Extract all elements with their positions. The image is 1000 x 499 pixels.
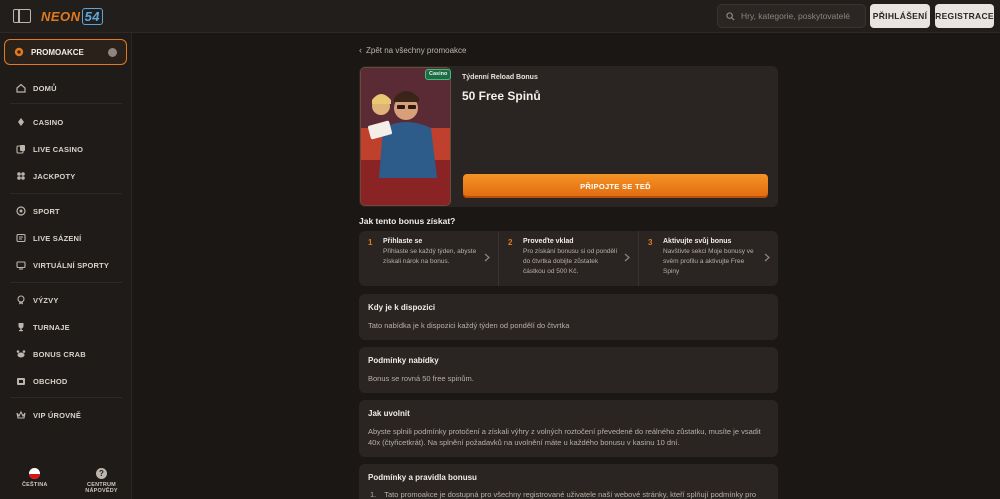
step-item[interactable]: 1 Přihlaste se Přihlaste se každý týden,… bbox=[359, 231, 499, 286]
sidebar-item-label: VIRTUÁLNÍ SPORTY bbox=[33, 260, 110, 270]
search-box[interactable] bbox=[717, 4, 866, 28]
trophy-icon bbox=[16, 322, 26, 332]
sidebar-item-live-betting[interactable]: LIVE SÁZENÍ bbox=[16, 231, 81, 245]
promo-kicker: Týdenní Reload Bonus bbox=[462, 74, 538, 81]
sidebar-item-promotions[interactable]: PROMOAKCE bbox=[4, 39, 127, 65]
challenge-icon bbox=[16, 295, 26, 305]
cards-icon bbox=[16, 117, 26, 127]
wagering-card: Jak uvolnit Abyste splnili podmínky prot… bbox=[359, 400, 778, 457]
sidebar-item-jackpots[interactable]: JACKPOTY bbox=[16, 169, 75, 183]
crab-icon bbox=[16, 349, 26, 359]
divider bbox=[10, 103, 122, 104]
sidebar-item-label: PROMOAKCE bbox=[31, 47, 84, 57]
step-number: 3 bbox=[648, 238, 653, 247]
ball-icon bbox=[16, 206, 26, 216]
czech-flag-icon bbox=[29, 468, 41, 479]
divider bbox=[10, 397, 122, 398]
card-title: Kdy je k dispozici bbox=[368, 303, 436, 312]
sidebar-item-label: BONUS CRAB bbox=[33, 349, 86, 359]
jackpot-icon bbox=[16, 171, 26, 181]
sidebar-item-label: OBCHOD bbox=[33, 376, 68, 386]
step-title: Proveďte vklad bbox=[523, 238, 574, 245]
search-input[interactable] bbox=[741, 11, 861, 21]
sidebar-item-label: VÝZVY bbox=[33, 295, 59, 305]
chevron-right-icon bbox=[624, 253, 630, 262]
logo[interactable]: NEON 54 bbox=[41, 7, 104, 25]
language-label: ČEŠTINA bbox=[22, 482, 48, 488]
live-cards-icon bbox=[16, 144, 26, 154]
register-button[interactable]: REGISTRACE bbox=[935, 4, 994, 28]
back-link-label: Zpět na všechny promoakce bbox=[366, 45, 467, 55]
sidebar-item-label: LIVE CASINO bbox=[33, 144, 84, 154]
promo-title: 50 Free Spinů bbox=[462, 89, 541, 103]
casino-badge: Casino bbox=[425, 69, 452, 80]
card-body: Bonus se rovná 50 free spinům. bbox=[368, 374, 474, 383]
card-title: Podmínky nabídky bbox=[368, 356, 439, 365]
steps-panel: 1 Přihlaste se Přihlaste se každý týden,… bbox=[359, 231, 778, 286]
sidebar-toggle-icon[interactable] bbox=[13, 9, 31, 23]
sidebar: PROMOAKCE DOMŮ CASINO LIVE CASINO JACKPO… bbox=[0, 33, 132, 499]
step-item[interactable]: 2 Proveďte vklad Pro získání bonusu si o… bbox=[499, 231, 639, 286]
chevron-left-icon: ‹ bbox=[359, 45, 362, 55]
list-item: 1. Tato promoakce je dostupná pro všechny… bbox=[370, 490, 756, 499]
login-button[interactable]: PŘIHLÁŠENÍ bbox=[870, 4, 930, 28]
cookie-icon bbox=[108, 48, 117, 57]
sidebar-item-label: LIVE SÁZENÍ bbox=[33, 233, 82, 243]
live-bet-icon bbox=[16, 233, 26, 243]
sidebar-item-tournaments[interactable]: TURNAJE bbox=[16, 320, 70, 334]
sidebar-item-label: JACKPOTY bbox=[33, 171, 76, 181]
sidebar-item-label: VIP ÚROVNĚ bbox=[33, 410, 82, 420]
sidebar-item-challenges[interactable]: VÝZVY bbox=[16, 293, 59, 307]
sidebar-item-bonus-crab[interactable]: BONUS CRAB bbox=[16, 347, 86, 361]
card-title: Jak uvolnit bbox=[368, 409, 410, 418]
promo-image bbox=[360, 67, 451, 206]
sidebar-item-vip[interactable]: VIP ÚROVNĚ bbox=[16, 408, 81, 422]
sidebar-item-home[interactable]: DOMŮ bbox=[16, 81, 57, 95]
gift-icon bbox=[14, 47, 24, 57]
divider bbox=[10, 282, 122, 283]
offer-conditions-card: Podmínky nabídky Bonus se rovná 50 free … bbox=[359, 347, 778, 393]
sidebar-item-live-casino[interactable]: LIVE CASINO bbox=[16, 142, 83, 156]
vip-icon bbox=[16, 410, 26, 420]
terms-list: 1. Tato promoakce je dostupná pro všechny… bbox=[368, 490, 769, 499]
sidebar-item-casino[interactable]: CASINO bbox=[16, 115, 63, 129]
shop-icon bbox=[16, 376, 26, 386]
chevron-right-icon bbox=[484, 253, 490, 262]
availability-card: Kdy je k dispozici Tato nabídka je k dis… bbox=[359, 294, 778, 340]
home-icon bbox=[16, 83, 26, 93]
sidebar-item-virtual-sports[interactable]: VIRTUÁLNÍ SPORTY bbox=[16, 258, 109, 272]
sidebar-item-label: CASINO bbox=[33, 117, 64, 127]
card-body: Tato nabídka je k dispozici každý týden … bbox=[368, 321, 570, 330]
back-to-promotions-link[interactable]: ‹ Zpět na všechny promoakce bbox=[359, 45, 467, 55]
help-center-label: CENTRUM NÁPOVĚDY bbox=[85, 482, 118, 494]
how-to-get-heading: Jak tento bonus získat? bbox=[359, 216, 456, 226]
step-title: Aktivujte svůj bonus bbox=[663, 238, 732, 245]
step-item[interactable]: 3 Aktivujte svůj bonus Navštivte sekci M… bbox=[639, 231, 778, 286]
card-body: Abyste splnili podmínky protočení a získ… bbox=[368, 427, 761, 447]
sidebar-item-sport[interactable]: SPORT bbox=[16, 204, 60, 218]
sidebar-item-label: SPORT bbox=[33, 206, 60, 216]
divider bbox=[10, 193, 122, 194]
help-icon: ? bbox=[96, 468, 107, 479]
search-icon bbox=[726, 11, 735, 21]
step-title: Přihlaste se bbox=[383, 238, 423, 245]
card-title: Podmínky a pravidla bonusu bbox=[368, 473, 477, 482]
sidebar-item-label: TURNAJE bbox=[33, 322, 70, 332]
step-description: Pro získání bonusu si od pondělí do čtvr… bbox=[523, 248, 618, 275]
sidebar-item-label: DOMŮ bbox=[33, 83, 57, 93]
join-now-button[interactable]: PŘIPOJTE SE TEĎ bbox=[463, 174, 768, 198]
help-center-link[interactable]: ? CENTRUM NÁPOVĚDY bbox=[72, 468, 131, 494]
step-description: Přihlaste se každý týden, abyste získali… bbox=[383, 248, 477, 265]
step-description: Navštivte sekci Moje bonusy ve svém prof… bbox=[663, 248, 754, 275]
terms-card: Podmínky a pravidla bonusu 1. Tato promoa… bbox=[359, 464, 778, 499]
step-number: 2 bbox=[508, 238, 513, 247]
virtual-icon bbox=[16, 260, 26, 270]
step-number: 1 bbox=[368, 238, 373, 247]
chevron-right-icon bbox=[764, 253, 770, 262]
language-selector[interactable]: ČEŠTINA bbox=[22, 468, 48, 488]
sidebar-item-shop[interactable]: OBCHOD bbox=[16, 374, 68, 388]
